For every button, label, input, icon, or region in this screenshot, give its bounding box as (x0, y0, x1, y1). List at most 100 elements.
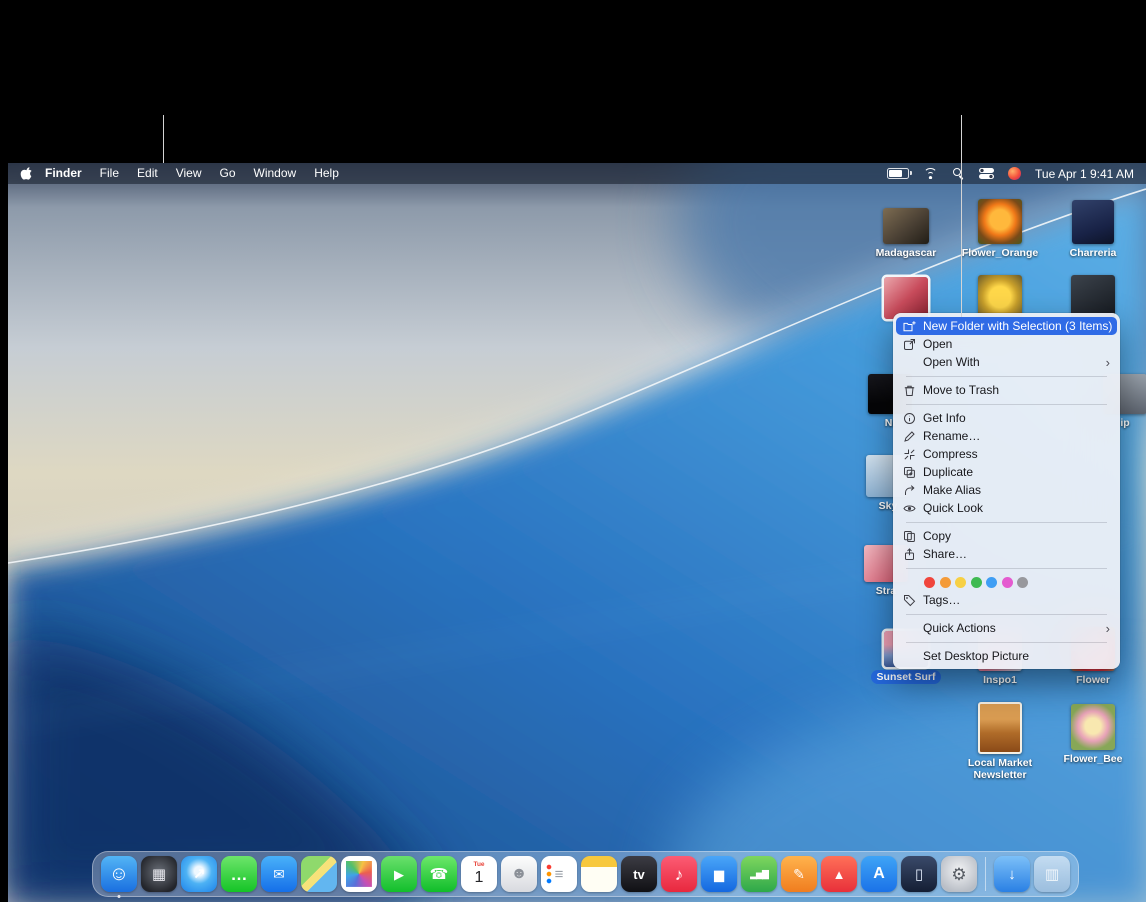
dock-numbers-icon[interactable]: ▂▅▇ (741, 856, 777, 892)
dock-facetime-icon[interactable]: ▶ (381, 856, 417, 892)
menu-item-make-alias[interactable]: Make Alias (896, 481, 1117, 499)
tag-color-5[interactable] (1002, 577, 1013, 588)
tag-icon (902, 594, 917, 607)
menu-item-set-desktop-picture[interactable]: Set Desktop Picture (896, 647, 1117, 665)
file-thumbnail (1071, 704, 1115, 750)
file-label: Local Market Newsletter (960, 757, 1040, 782)
desktop-icon-local-market-newsletter[interactable]: Local Market Newsletter (960, 702, 1040, 782)
menu-item-new-folder-with-selection-3-items[interactable]: New Folder with Selection (3 Items) (896, 317, 1117, 335)
menu-edit[interactable]: Edit (128, 163, 167, 184)
app-store-app-tile: A (861, 856, 897, 892)
dock-system-settings-icon[interactable]: ⚙ (941, 856, 977, 892)
file-label: Flower (1072, 674, 1114, 686)
desktop-icon-charreria[interactable]: Charreria (1053, 200, 1133, 259)
menu-bar-clock[interactable]: Tue Apr 1 9:41 AM (1035, 167, 1134, 181)
dock-launchpad-icon[interactable]: ▦ (141, 856, 177, 892)
menu-window[interactable]: Window (245, 163, 306, 184)
menu-item-open[interactable]: Open (896, 335, 1117, 353)
menu-item-rename[interactable]: Rename… (896, 427, 1117, 445)
facetime-app-tile: ▶ (381, 856, 417, 892)
desktop-icon-flower-bee[interactable]: Flower_Bee (1053, 704, 1133, 765)
menu-item-label: Get Info (923, 411, 966, 425)
dock-downloads-icon[interactable]: ↓ (994, 856, 1030, 892)
dock-pages-icon[interactable]: ✎ (781, 856, 817, 892)
menu-item-move-to-trash[interactable]: Move to Trash (896, 381, 1117, 399)
menu-go[interactable]: Go (211, 163, 245, 184)
submenu-chevron-icon: › (1106, 622, 1110, 635)
apple-logo-icon[interactable] (20, 166, 32, 181)
dock-rocket-app-icon[interactable]: ▲ (821, 856, 857, 892)
menu-item-label: Rename… (923, 429, 980, 443)
dock-safari-icon[interactable]: ↗ (181, 856, 217, 892)
menu-item-open-with[interactable]: Open With › (896, 353, 1117, 371)
menu-item-duplicate[interactable]: Duplicate (896, 463, 1117, 481)
status-icons (887, 167, 1021, 180)
wifi-icon[interactable] (923, 168, 938, 179)
tag-color-2[interactable] (955, 577, 966, 588)
icon-spacer (902, 356, 917, 369)
contacts-app-tile: ☻ (501, 856, 537, 892)
dock-phone-icon[interactable]: ☎ (421, 856, 457, 892)
menu-item-share[interactable]: Share… (896, 545, 1117, 563)
file-thumbnail (978, 199, 1022, 244)
menu-separator (906, 522, 1107, 523)
alias-icon (902, 484, 917, 497)
keynote-app-tile: ▆ (701, 856, 737, 892)
rocket-app-app-tile: ▲ (821, 856, 857, 892)
file-thumbnail (978, 702, 1022, 754)
menu-item-quick-look[interactable]: Quick Look (896, 499, 1117, 517)
menu-item-get-info[interactable]: Get Info (896, 409, 1117, 427)
tag-color-4[interactable] (986, 577, 997, 588)
dock-photos-icon[interactable] (341, 856, 377, 892)
dock-notes-icon[interactable] (581, 856, 617, 892)
finder-app-tile: ☺ (101, 856, 137, 892)
messages-app-tile: … (221, 856, 257, 892)
spotlight-icon[interactable] (952, 167, 965, 180)
menu-item-copy[interactable]: Copy (896, 527, 1117, 545)
file-label: Inspo1 (979, 674, 1021, 686)
menu-item-quick-actions[interactable]: Quick Actions› (896, 619, 1117, 637)
tag-color-3[interactable] (971, 577, 982, 588)
dock-iphone-mirroring-icon[interactable]: ▯ (901, 856, 937, 892)
dock-finder-icon[interactable]: ☺ (101, 856, 137, 892)
dock-trash-icon[interactable]: ▥ (1034, 856, 1070, 892)
menu-item-label: Duplicate (923, 465, 973, 479)
tv-app-tile: tv (621, 856, 657, 892)
file-label: Sunset Surf (871, 670, 942, 684)
submenu-chevron-icon: › (1106, 356, 1110, 369)
dock-keynote-icon[interactable]: ▆ (701, 856, 737, 892)
battery-icon[interactable] (887, 168, 909, 179)
system-settings-app-tile: ⚙ (941, 856, 977, 892)
dock-app-store-icon[interactable]: A (861, 856, 897, 892)
menu-item-label: Open With (923, 355, 980, 369)
desktop-icon-madagascar[interactable]: Madagascar (866, 208, 946, 259)
dock-contacts-icon[interactable]: ☻ (501, 856, 537, 892)
music-app-tile: ♪ (661, 856, 697, 892)
callout-line-2 (961, 115, 962, 317)
dock-music-icon[interactable]: ♪ (661, 856, 697, 892)
dock-reminders-icon[interactable]: ≡ (541, 856, 577, 892)
menu-view[interactable]: View (167, 163, 211, 184)
context-menu: New Folder with Selection (3 Items)OpenO… (893, 313, 1120, 669)
desktop-icon-flower-orange[interactable]: Flower_Orange (960, 199, 1040, 259)
menu-item-label: Set Desktop Picture (923, 649, 1029, 663)
dock-calendar-icon[interactable]: Tue1 (461, 856, 497, 892)
dock-mail-icon[interactable]: ✉ (261, 856, 297, 892)
icon-spacer (902, 650, 917, 663)
dock-messages-icon[interactable]: … (221, 856, 257, 892)
dock-tv-icon[interactable]: tv (621, 856, 657, 892)
tag-color-1[interactable] (940, 577, 951, 588)
menu-file[interactable]: File (91, 163, 128, 184)
menu-help[interactable]: Help (305, 163, 348, 184)
control-center-icon[interactable] (979, 168, 994, 179)
info-icon (902, 412, 917, 425)
tag-color-0[interactable] (924, 577, 935, 588)
siri-icon[interactable] (1008, 167, 1021, 180)
tag-color-6[interactable] (1017, 577, 1028, 588)
menu-item-tags[interactable]: Tags… (896, 591, 1117, 609)
menu-finder[interactable]: Finder (36, 163, 91, 184)
menu-item-compress[interactable]: Compress (896, 445, 1117, 463)
menu-separator (906, 376, 1107, 377)
folder-plus-icon (902, 320, 917, 333)
dock-maps-icon[interactable] (301, 856, 337, 892)
